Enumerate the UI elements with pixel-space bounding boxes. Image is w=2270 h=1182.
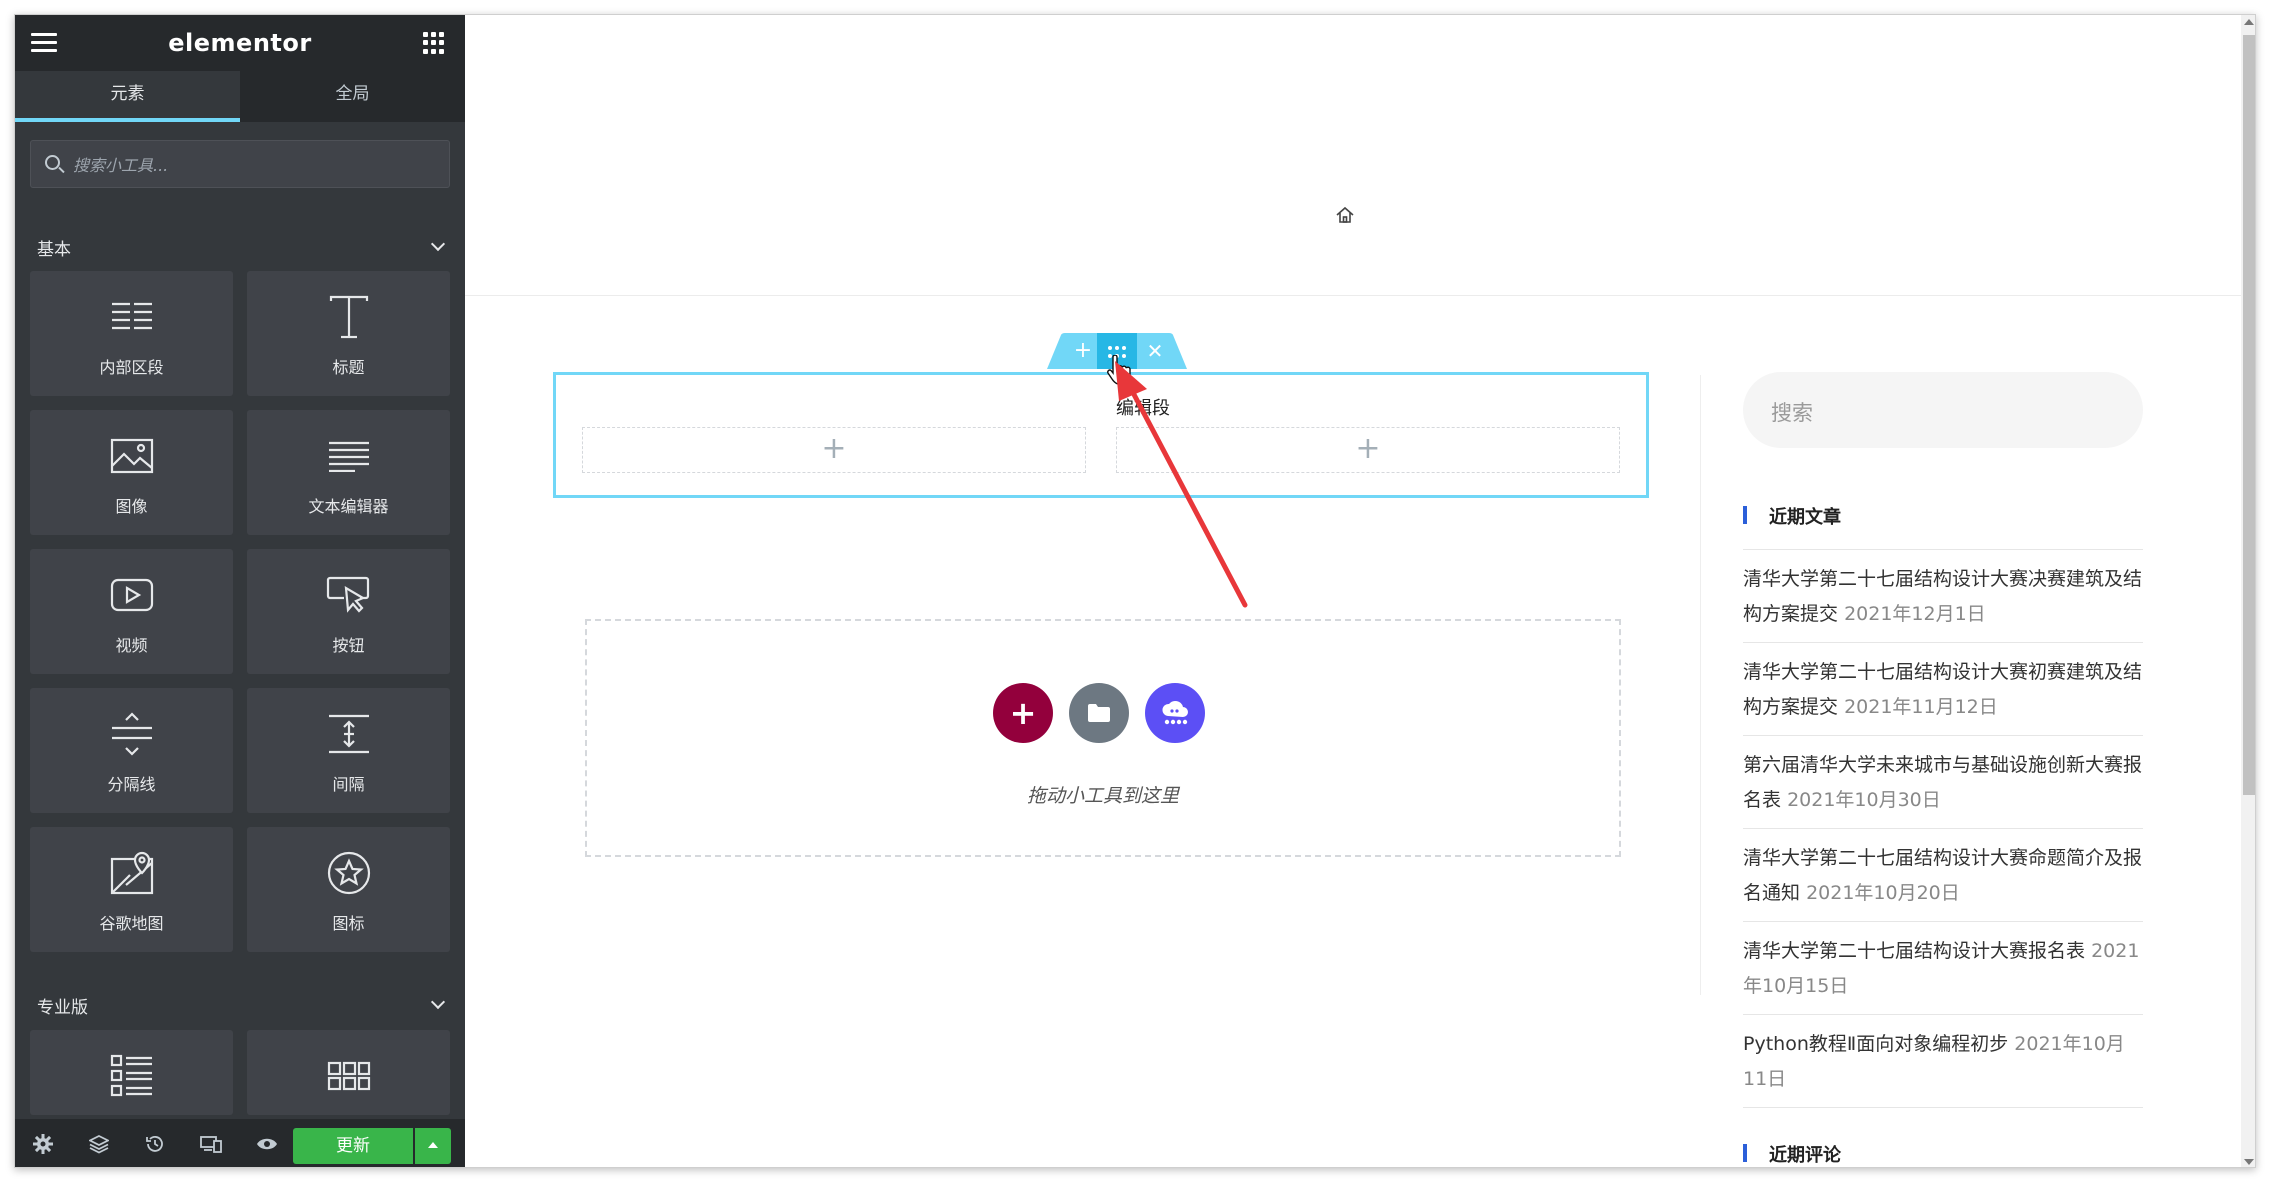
spacer-icon: [247, 708, 450, 760]
widget-divider[interactable]: 分隔线: [30, 688, 233, 813]
panel-tabs: 元素 全局: [15, 71, 465, 122]
category-basic-title[interactable]: 基本: [37, 235, 71, 260]
widget-label: 分隔线: [107, 775, 156, 794]
preview-canvas: + ✕ + + 编辑段 +: [465, 15, 2241, 1167]
list-item[interactable]: Python教程Ⅱ面向对象编程初步 2021年10月11日: [1743, 1014, 2143, 1108]
responsive-mode-icon[interactable]: [200, 1133, 222, 1155]
annotation-arrow: [1115, 361, 1248, 608]
home-icon[interactable]: [1335, 205, 1355, 225]
widget-google-maps[interactable]: 谷歌地图: [30, 827, 233, 952]
recent-posts-heading: 近期文章: [1743, 503, 1841, 529]
tab-global[interactable]: 全局: [240, 71, 465, 122]
inner-section-icon: [30, 291, 233, 343]
list-item[interactable]: 清华大学第二十七届结构设计大赛初赛建筑及结构方案提交 2021年11月12日: [1743, 642, 2143, 735]
empty-column[interactable]: +: [582, 427, 1086, 473]
save-options-caret-icon[interactable]: [415, 1128, 451, 1164]
sidebar-divider: [1700, 375, 1701, 995]
sidebar-search-placeholder: 搜索: [1771, 401, 1813, 425]
divider-icon: [30, 708, 233, 760]
add-new-section-button[interactable]: +: [993, 683, 1053, 743]
update-button[interactable]: 更新: [293, 1128, 413, 1164]
post-title[interactable]: 清华大学第二十七届结构设计大赛报名表: [1743, 940, 2085, 962]
search-icon: [45, 155, 60, 170]
post-date: 2021年11月12日: [1844, 696, 1998, 718]
widget-label: 标题: [332, 358, 365, 377]
chevron-down-icon[interactable]: [430, 236, 446, 252]
folder-icon: [1088, 704, 1110, 722]
widget-label: 内部区段: [99, 358, 164, 377]
apps-grid-icon[interactable]: [423, 32, 445, 54]
recent-comments-heading: 近期评论: [1743, 1141, 1841, 1167]
heading-icon: [247, 291, 450, 343]
image-icon: [30, 430, 233, 482]
add-widget-icon[interactable]: +: [583, 434, 1085, 464]
drop-zone-text: 拖动小工具到这里: [1026, 785, 1179, 807]
header-divider: [465, 295, 2241, 296]
scrollbar[interactable]: [2241, 15, 2255, 1167]
list-item[interactable]: 清华大学第二十七届结构设计大赛决赛建筑及结构方案提交 2021年12月1日: [1743, 549, 2143, 642]
widget-label: 按钮: [332, 636, 365, 655]
scroll-thumb[interactable]: [2243, 35, 2255, 795]
post-date: 2021年12月1日: [1844, 603, 1986, 625]
elementor-logo: elementor: [168, 29, 312, 57]
panel-footer: 更新: [15, 1119, 465, 1167]
widget-label: 间隔: [332, 775, 365, 794]
kit-library-button[interactable]: [1145, 683, 1205, 743]
category-pro-title[interactable]: 专业版: [37, 993, 88, 1018]
plus-icon: +: [1009, 694, 1037, 732]
widget-inner-section[interactable]: 内部区段: [30, 271, 233, 396]
widget-search: [30, 140, 450, 188]
portfolio-icon: [247, 1050, 450, 1102]
widget-search-input[interactable]: [73, 151, 433, 179]
preview-eye-icon[interactable]: [256, 1133, 278, 1155]
button-icon: [247, 569, 450, 621]
text-editor-icon: [247, 430, 450, 482]
history-icon[interactable]: [144, 1133, 166, 1155]
post-date: 2021年10月30日: [1787, 789, 1941, 811]
widget-button[interactable]: 按钮: [247, 549, 450, 674]
widget-label: 视频: [115, 636, 148, 655]
tab-elements[interactable]: 元素: [15, 71, 240, 122]
posts-icon: [30, 1050, 233, 1102]
sidebar-search-field[interactable]: 搜索: [1743, 372, 2143, 448]
cloud-kit-icon: [1162, 700, 1188, 725]
video-icon: [30, 569, 233, 621]
widget-label: 谷歌地图: [99, 914, 164, 933]
widget-label: 图标: [332, 914, 365, 933]
settings-gear-icon[interactable]: [32, 1133, 54, 1155]
widget-label: 图像: [115, 497, 148, 516]
widget-spacer[interactable]: 间隔: [247, 688, 450, 813]
list-item[interactable]: 第六届清华大学未来城市与基础设施创新大赛报名表 2021年10月30日: [1743, 735, 2143, 828]
browser-window: elementor 元素 全局 基本 内部区段 标题: [14, 14, 2256, 1168]
list-item[interactable]: 清华大学第二十七届结构设计大赛命题简介及报名通知 2021年10月20日: [1743, 828, 2143, 921]
widget-posts[interactable]: [30, 1030, 233, 1115]
widget-icon[interactable]: 图标: [247, 827, 450, 952]
elementor-panel: elementor 元素 全局 基本 内部区段 标题: [15, 15, 465, 1167]
recent-posts-list: 清华大学第二十七届结构设计大赛决赛建筑及结构方案提交 2021年12月1日 清华…: [1743, 549, 2143, 1108]
scroll-down-arrow-icon[interactable]: [2244, 1159, 2254, 1165]
widget-image[interactable]: 图像: [30, 410, 233, 535]
post-title[interactable]: Python教程Ⅱ面向对象编程初步: [1743, 1033, 2008, 1055]
empty-drop-zone[interactable]: + 拖动小工具到这里: [585, 619, 1621, 857]
scroll-up-arrow-icon[interactable]: [2244, 19, 2254, 25]
widget-heading[interactable]: 标题: [247, 271, 450, 396]
post-date: 2021年10月20日: [1806, 882, 1960, 904]
widget-label: 文本编辑器: [308, 497, 389, 516]
widget-portfolio[interactable]: [247, 1030, 450, 1115]
list-item[interactable]: 清华大学第二十七届结构设计大赛报名表 2021年10月15日: [1743, 921, 2143, 1014]
widget-video[interactable]: 视频: [30, 549, 233, 674]
star-icon: [247, 847, 450, 899]
google-maps-icon: [30, 847, 233, 899]
navigator-layers-icon[interactable]: [88, 1133, 110, 1155]
panel-header: elementor: [15, 15, 465, 71]
widget-text-editor[interactable]: 文本编辑器: [247, 410, 450, 535]
chevron-down-icon[interactable]: [430, 994, 446, 1010]
add-template-button[interactable]: [1069, 683, 1129, 743]
